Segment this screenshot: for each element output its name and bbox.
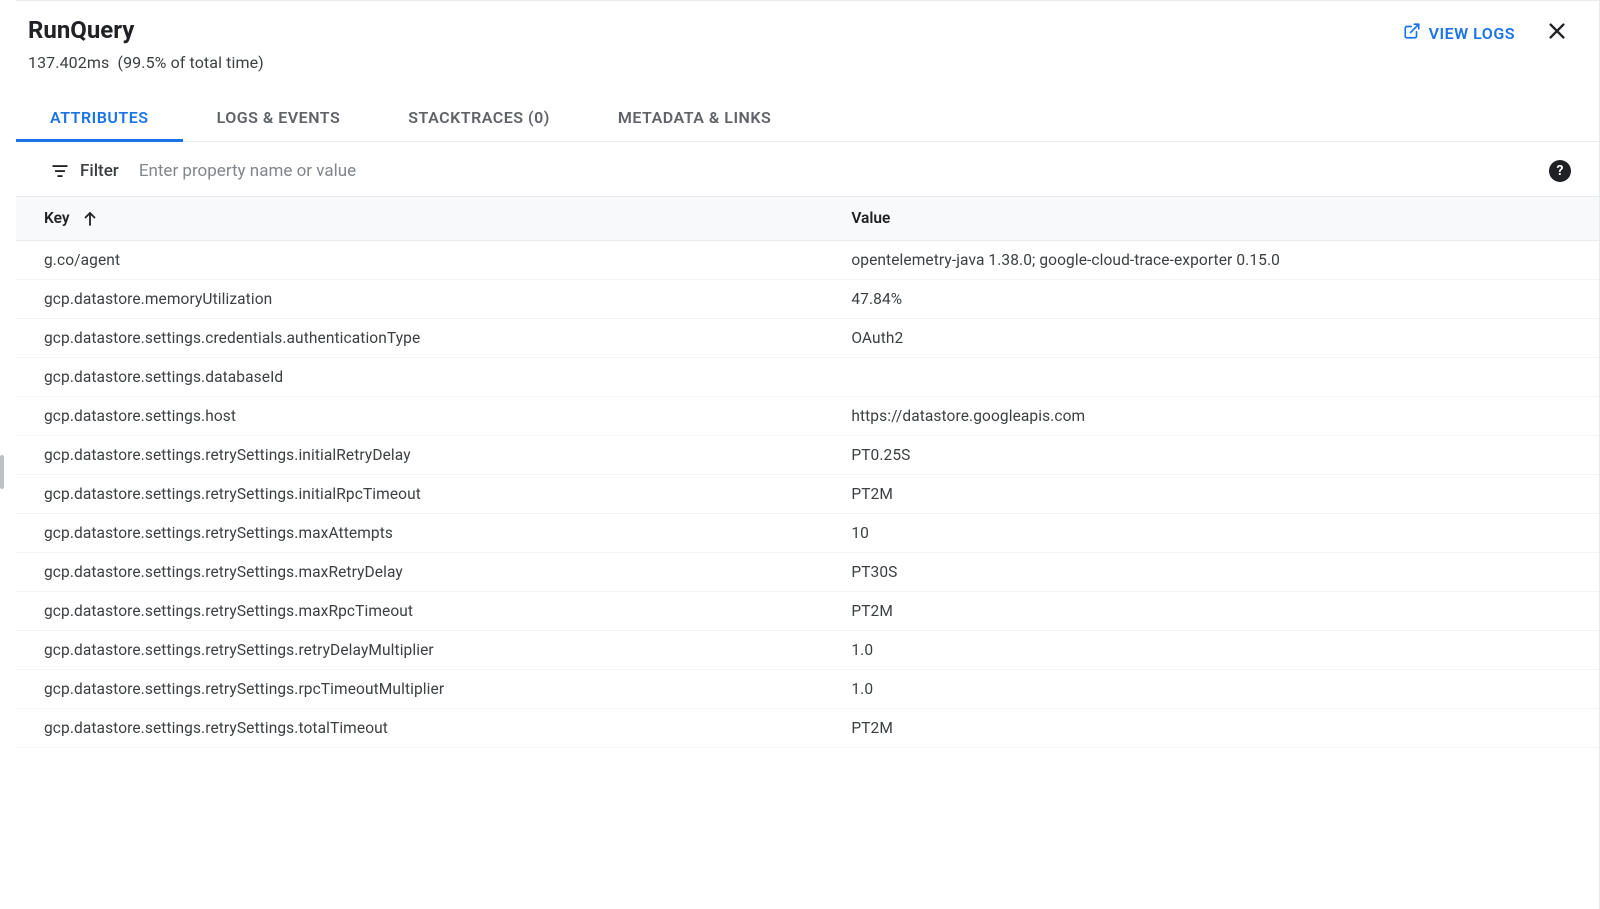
value-header-label: Value [851, 209, 890, 227]
attribute-value: 1.0 [823, 630, 1599, 669]
column-header-value[interactable]: Value [823, 197, 1599, 241]
table-row[interactable]: gcp.datastore.settings.retrySettings.tot… [16, 708, 1599, 747]
attribute-key: gcp.datastore.settings.retrySettings.ini… [16, 435, 823, 474]
open-external-icon [1403, 22, 1421, 44]
attribute-key: gcp.datastore.memoryUtilization [16, 279, 823, 318]
tab-stacktraces[interactable]: STACKTRACES (0) [408, 96, 550, 141]
attribute-value: OAuth2 [823, 318, 1599, 357]
attribute-value: 1.0 [823, 669, 1599, 708]
attribute-value: 47.84% [823, 279, 1599, 318]
filter-input[interactable] [139, 161, 1549, 181]
attribute-value [823, 357, 1599, 396]
tabs: ATTRIBUTES LOGS & EVENTS STACKTRACES (0)… [16, 96, 1599, 142]
attribute-value: PT0.25S [823, 435, 1599, 474]
table-row[interactable]: gcp.datastore.settings.retrySettings.max… [16, 591, 1599, 630]
attribute-value: PT2M [823, 591, 1599, 630]
attribute-key: gcp.datastore.settings.retrySettings.max… [16, 591, 823, 630]
attribute-value: PT30S [823, 552, 1599, 591]
table-row[interactable]: gcp.datastore.settings.retrySettings.ret… [16, 630, 1599, 669]
help-icon: ? [1557, 163, 1564, 179]
span-duration: 137.402ms [28, 53, 109, 72]
attribute-key: gcp.datastore.settings.retrySettings.tot… [16, 708, 823, 747]
column-header-key[interactable]: Key [16, 197, 823, 241]
attribute-value: https://datastore.googleapis.com [823, 396, 1599, 435]
filter-row: Filter ? [16, 142, 1599, 196]
panel-header: RunQuery 137.402ms (99.5% of total time)… [16, 1, 1599, 72]
view-logs-button[interactable]: VIEW LOGS [1403, 22, 1515, 44]
attribute-key: gcp.datastore.settings.retrySettings.max… [16, 552, 823, 591]
attribute-key: g.co/agent [16, 240, 823, 279]
key-header-label: Key [44, 209, 70, 227]
tab-metadata-links[interactable]: METADATA & LINKS [618, 96, 771, 141]
attribute-key: gcp.datastore.settings.retrySettings.ini… [16, 474, 823, 513]
span-subtitle: 137.402ms (99.5% of total time) [28, 53, 1403, 72]
close-button[interactable] [1543, 19, 1571, 47]
table-header-row: Key Value [16, 197, 1599, 241]
table-row[interactable]: gcp.datastore.settings.credentials.authe… [16, 318, 1599, 357]
help-button[interactable]: ? [1549, 160, 1571, 182]
attribute-key: gcp.datastore.settings.credentials.authe… [16, 318, 823, 357]
scrollbar-hint[interactable] [0, 455, 4, 489]
sort-asc-icon [81, 210, 99, 228]
header-left: RunQuery 137.402ms (99.5% of total time) [28, 15, 1403, 72]
filter-label: Filter [80, 161, 119, 181]
table-row[interactable]: gcp.datastore.settings.retrySettings.ini… [16, 435, 1599, 474]
attribute-key: gcp.datastore.settings.host [16, 396, 823, 435]
attribute-key: gcp.datastore.settings.retrySettings.max… [16, 513, 823, 552]
attribute-value: opentelemetry-java 1.38.0; google-cloud-… [823, 240, 1599, 279]
attribute-key: gcp.datastore.settings.retrySettings.rpc… [16, 669, 823, 708]
span-title: RunQuery [28, 15, 1403, 45]
attribute-value: 10 [823, 513, 1599, 552]
tab-logs-events[interactable]: LOGS & EVENTS [217, 96, 341, 141]
attribute-key: gcp.datastore.settings.databaseId [16, 357, 823, 396]
header-actions: VIEW LOGS [1403, 15, 1571, 47]
close-icon [1546, 20, 1568, 46]
table-row[interactable]: gcp.datastore.memoryUtilization47.84% [16, 279, 1599, 318]
tab-attributes[interactable]: ATTRIBUTES [50, 96, 149, 141]
table-row[interactable]: gcp.datastore.settings.retrySettings.rpc… [16, 669, 1599, 708]
table-row[interactable]: gcp.datastore.settings.hosthttps://datas… [16, 396, 1599, 435]
table-row[interactable]: gcp.datastore.settings.databaseId [16, 357, 1599, 396]
table-row[interactable]: g.co/agentopentelemetry-java 1.38.0; goo… [16, 240, 1599, 279]
span-details-panel: RunQuery 137.402ms (99.5% of total time)… [16, 0, 1600, 909]
filter-icon [50, 161, 70, 181]
span-percentage: (99.5% of total time) [118, 53, 264, 72]
attribute-value: PT2M [823, 474, 1599, 513]
view-logs-label: VIEW LOGS [1429, 24, 1515, 43]
attributes-table: Key Value g.co/agentopentelemetry-ja [16, 196, 1599, 748]
attribute-key: gcp.datastore.settings.retrySettings.ret… [16, 630, 823, 669]
table-row[interactable]: gcp.datastore.settings.retrySettings.max… [16, 552, 1599, 591]
attributes-table-wrapper[interactable]: Key Value g.co/agentopentelemetry-ja [16, 196, 1599, 888]
table-row[interactable]: gcp.datastore.settings.retrySettings.ini… [16, 474, 1599, 513]
attribute-value: PT2M [823, 708, 1599, 747]
table-body: g.co/agentopentelemetry-java 1.38.0; goo… [16, 240, 1599, 747]
table-row[interactable]: gcp.datastore.settings.retrySettings.max… [16, 513, 1599, 552]
